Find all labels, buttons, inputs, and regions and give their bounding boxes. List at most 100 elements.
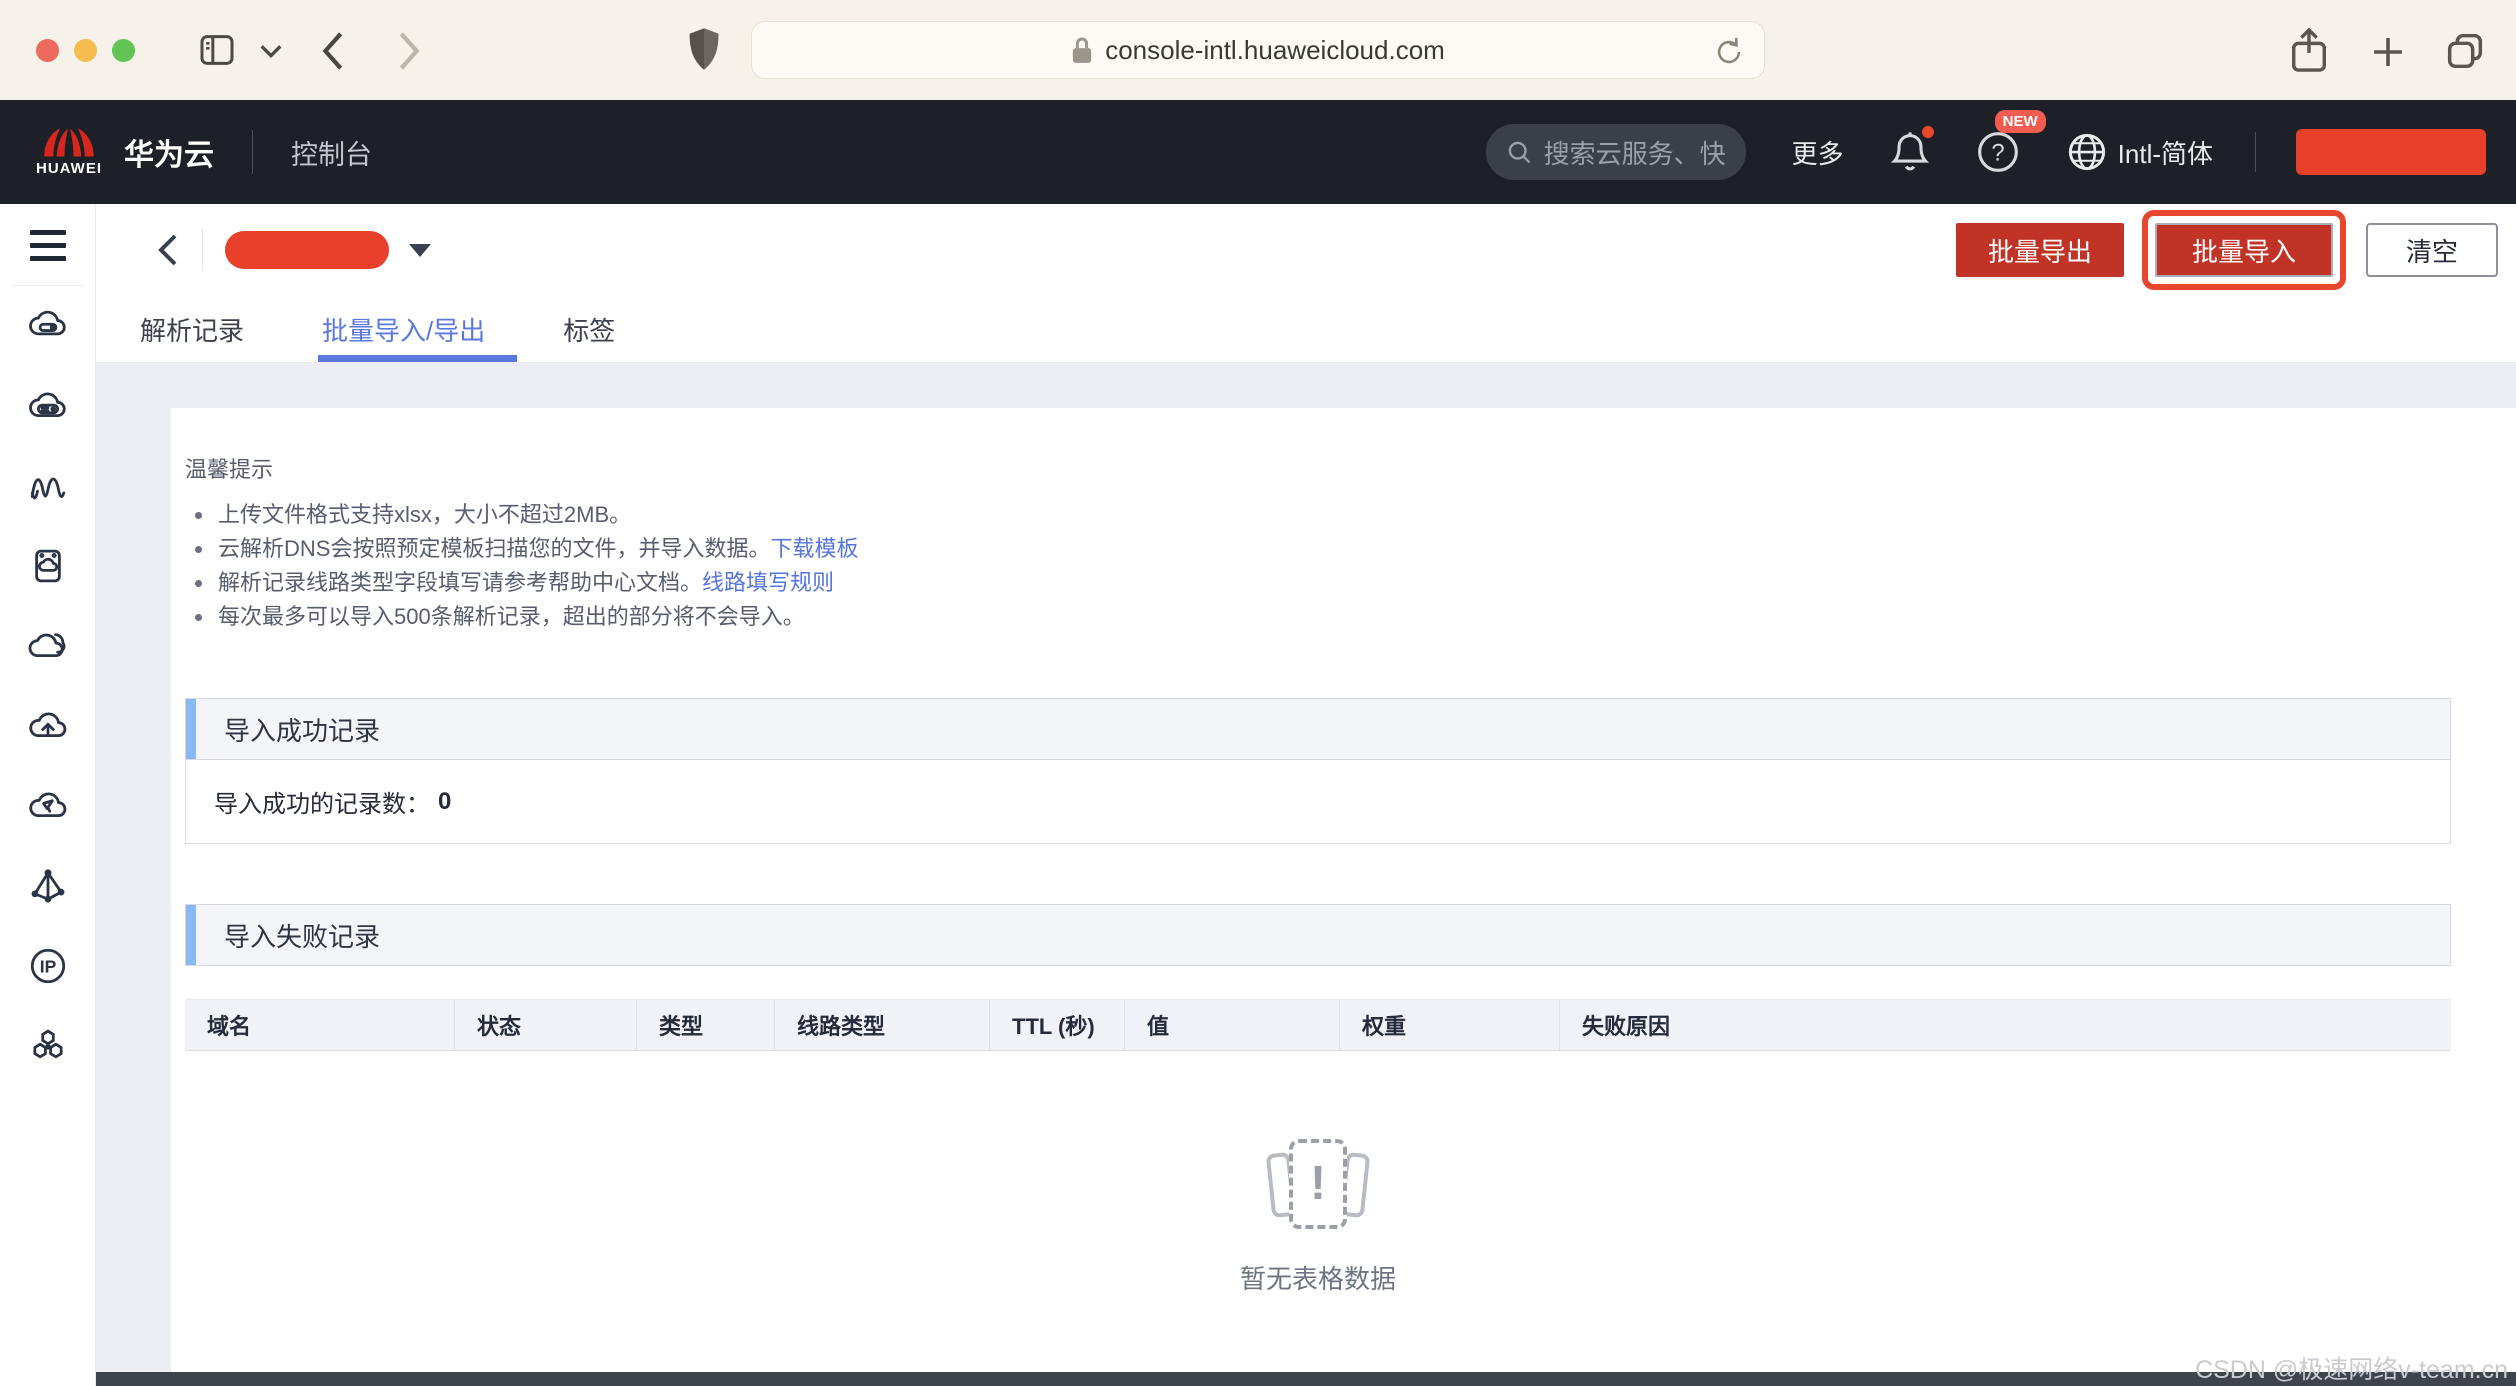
window-controls[interactable]	[36, 39, 135, 62]
svg-text:?: ?	[1991, 139, 2004, 166]
page-toolbar: 批量导出 批量导入 清空	[96, 204, 2516, 296]
network-pyramid-icon[interactable]	[26, 864, 70, 908]
workspace: 温馨提示 上传文件格式支持xlsx，大小不超过2MB。 云解析DNS会按照预定模…	[96, 362, 2516, 1386]
section-accent-bar	[186, 699, 196, 759]
tab-resolution-records[interactable]: 解析记录	[138, 296, 246, 362]
domain-name-redacted	[225, 231, 389, 269]
watermark-text: CSDN @极速网络v-team.cn	[2195, 1350, 2508, 1386]
column-header-status[interactable]: 状态	[455, 1000, 637, 1050]
bottom-strip	[96, 1372, 2516, 1386]
cloud-pointer-icon[interactable]	[26, 784, 70, 828]
toolbar-divider	[202, 229, 203, 271]
console-label[interactable]: 控制台	[291, 133, 372, 172]
sidebar-toggle-icon[interactable]	[196, 30, 238, 70]
column-header-value[interactable]: 值	[1125, 1000, 1340, 1050]
close-window-button[interactable]	[36, 39, 59, 62]
download-template-link[interactable]: 下载模板	[770, 536, 858, 561]
globe-icon	[2066, 131, 2108, 173]
cloud-database-icon[interactable]	[26, 384, 70, 428]
header-divider	[252, 130, 253, 174]
menu-icon[interactable]	[30, 230, 66, 261]
app-header: HUAWEI 华为云 控制台 搜索云服务、快 更多 ? NEW Intl-简体	[0, 100, 2516, 204]
search-icon	[1506, 137, 1532, 167]
clear-button[interactable]: 清空	[2366, 223, 2498, 277]
column-header-ttl[interactable]: TTL (秒)	[990, 1000, 1125, 1050]
import-success-section-header: 导入成功记录	[185, 698, 2451, 760]
line-rules-link[interactable]: 线路填写规则	[702, 570, 834, 595]
reload-icon[interactable]	[1712, 35, 1746, 74]
batch-import-button[interactable]: 批量导入	[2155, 223, 2333, 277]
tip-item: 云解析DNS会按照预定模板扫描您的文件，并导入数据。下载模板	[185, 532, 2451, 566]
locale-switcher[interactable]: Intl-简体	[2066, 131, 2213, 173]
success-count-value: 0	[438, 788, 451, 816]
help-icon: ?	[1976, 130, 2020, 174]
tips-list: 上传文件格式支持xlsx，大小不超过2MB。 云解析DNS会按照预定模板扫描您的…	[185, 498, 2451, 634]
device-cloud-icon[interactable]	[26, 544, 70, 588]
help-button[interactable]: ? NEW	[1976, 130, 2020, 174]
address-bar[interactable]: console-intl.huaweicloud.com	[751, 21, 1765, 79]
annotation-highlight: 批量导入	[2142, 210, 2346, 290]
import-success-title: 导入成功记录	[196, 699, 380, 759]
no-data-icon: !	[1263, 1137, 1373, 1237]
bullet-icon	[195, 546, 202, 553]
batch-export-button[interactable]: 批量导出	[1956, 223, 2124, 277]
svg-text:IP: IP	[39, 957, 56, 977]
privacy-shield-icon[interactable]	[686, 24, 722, 76]
column-header-failure-reason[interactable]: 失败原因	[1560, 1000, 2451, 1050]
share-icon[interactable]	[2288, 26, 2330, 76]
huawei-logo[interactable]: HUAWEI	[36, 127, 102, 177]
notification-dot	[1922, 126, 1934, 138]
minimize-window-button[interactable]	[74, 39, 97, 62]
column-header-line-type[interactable]: 线路类型	[775, 1000, 990, 1050]
ip-icon[interactable]: IP	[26, 944, 70, 988]
tab-overview-icon[interactable]	[2442, 28, 2488, 74]
more-menu[interactable]: 更多	[1792, 134, 1844, 171]
empty-state-text: 暂无表格数据	[1240, 1259, 1396, 1296]
tip-item: 每次最多可以导入500条解析记录，超出的部分将不会导入。	[185, 600, 2451, 634]
tab-batch-import-export[interactable]: 批量导入/导出	[320, 296, 487, 362]
import-failed-title: 导入失败记录	[196, 905, 380, 965]
forward-icon[interactable]	[394, 30, 424, 72]
cloud-server-icon[interactable]	[26, 304, 70, 348]
back-button[interactable]	[154, 232, 180, 268]
url-text: console-intl.huaweicloud.com	[1105, 35, 1445, 66]
tip-item: 上传文件格式支持xlsx，大小不超过2MB。	[185, 498, 2451, 532]
huawei-logo-text: HUAWEI	[36, 160, 102, 177]
cloud-upload-icon[interactable]	[26, 704, 70, 748]
import-success-body: 导入成功的记录数： 0	[185, 760, 2451, 844]
success-count-label: 导入成功的记录数：	[214, 784, 430, 819]
empty-state: ! 暂无表格数据	[185, 1137, 2451, 1296]
service-sidebar: IP	[0, 204, 96, 1386]
zoom-window-button[interactable]	[112, 39, 135, 62]
account-name-redacted[interactable]	[2296, 129, 2486, 175]
domain-dropdown-icon[interactable]	[409, 244, 431, 257]
bullet-icon	[195, 614, 202, 621]
content-card: 温馨提示 上传文件格式支持xlsx，大小不超过2MB。 云解析DNS会按照预定模…	[171, 408, 2516, 1372]
new-badge: NEW	[1995, 110, 2046, 133]
tip-item: 解析记录线路类型字段填写请参考帮助中心文档。线路填写规则	[185, 566, 2451, 600]
search-placeholder: 搜索云服务、快	[1544, 134, 1726, 171]
bullet-icon	[195, 512, 202, 519]
notifications-button[interactable]	[1890, 130, 1930, 174]
cloud-search-input[interactable]: 搜索云服务、快	[1486, 124, 1746, 180]
tab-tags[interactable]: 标签	[561, 296, 617, 362]
header-divider	[2255, 132, 2256, 172]
back-icon[interactable]	[318, 30, 348, 72]
section-accent-bar	[186, 905, 196, 965]
new-tab-icon[interactable]	[2368, 32, 2408, 72]
bullet-icon	[195, 580, 202, 587]
tips-title: 温馨提示	[185, 452, 2451, 484]
chevron-down-icon[interactable]	[258, 42, 284, 60]
column-header-type[interactable]: 类型	[637, 1000, 775, 1050]
huawei-flower-icon	[42, 127, 96, 159]
brand-name[interactable]: 华为云	[124, 130, 214, 174]
locale-label: Intl-简体	[2118, 134, 2213, 171]
wave-icon[interactable]	[26, 464, 70, 508]
import-failed-section-header: 导入失败记录	[185, 904, 2451, 966]
column-header-domain[interactable]: 域名	[185, 1000, 455, 1050]
cloud-icon[interactable]	[26, 624, 70, 668]
tab-bar: 解析记录 批量导入/导出 标签	[96, 296, 2516, 362]
hexagon-cluster-icon[interactable]	[26, 1024, 70, 1068]
failed-records-table-header: 域名 状态 类型 线路类型 TTL (秒) 值 权重 失败原因	[185, 999, 2451, 1051]
column-header-weight[interactable]: 权重	[1340, 1000, 1560, 1050]
